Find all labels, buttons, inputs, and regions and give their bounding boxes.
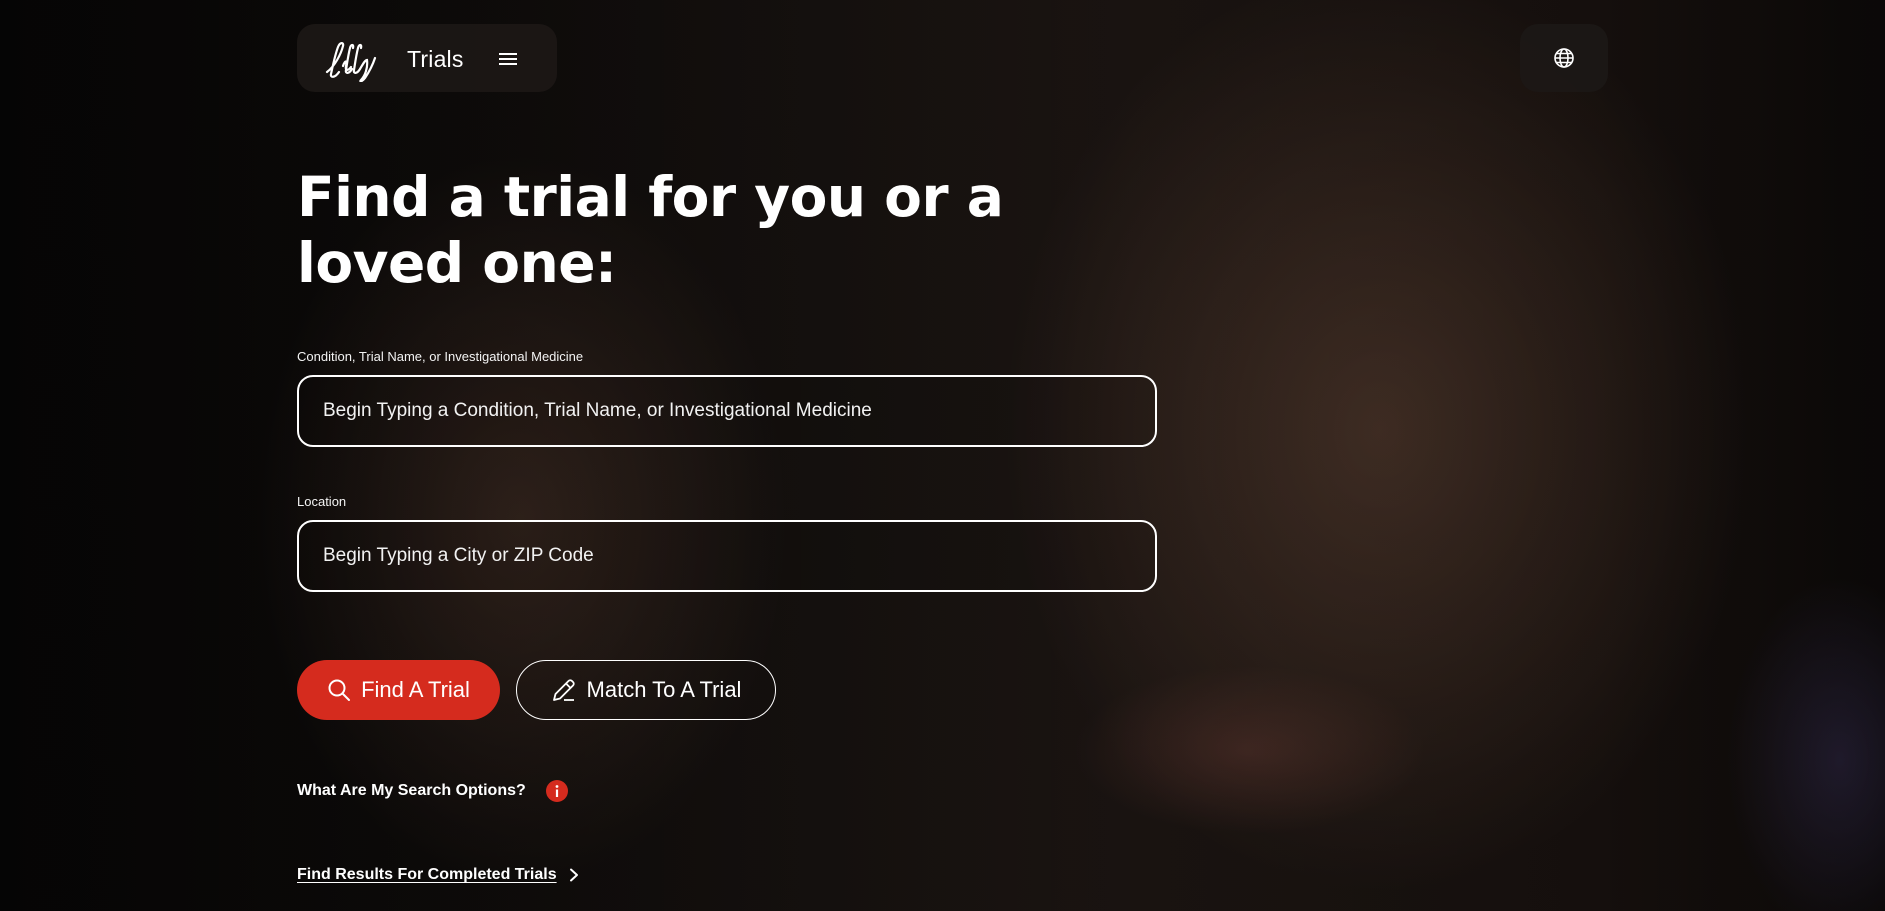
info-glyph (555, 785, 559, 797)
search-icon (328, 679, 351, 701)
hero-background: Trials Find a trial for you or a loved o… (0, 0, 1885, 911)
search-options-help: What Are My Search Options? (297, 780, 568, 802)
language-button[interactable] (1520, 24, 1608, 92)
condition-field (297, 375, 1157, 447)
condition-label: Condition, Trial Name, or Investigationa… (297, 349, 584, 364)
pencil-icon (552, 679, 575, 701)
completed-trials-link-text[interactable]: Find Results For Completed Trials (297, 866, 557, 884)
find-a-trial-button[interactable]: Find A Trial (297, 660, 500, 720)
page-title: Find a trial for you or a loved one: (297, 165, 1004, 295)
find-a-trial-label: Find A Trial (361, 677, 470, 702)
menu-button[interactable] (493, 44, 523, 74)
lilly-logo[interactable] (321, 38, 393, 82)
hamburger-menu-icon (499, 53, 517, 65)
search-options-text: What Are My Search Options? (297, 782, 526, 799)
condition-input[interactable] (299, 377, 1155, 445)
top-nav: Trials (297, 24, 557, 92)
globe-icon (1554, 48, 1574, 68)
match-to-a-trial-button[interactable]: Match To A Trial (516, 660, 776, 720)
info-icon[interactable] (545, 780, 568, 802)
location-input[interactable] (299, 522, 1155, 590)
site-title: Trials (407, 46, 464, 72)
location-label: Location (297, 494, 347, 509)
location-field (297, 520, 1157, 592)
completed-trials-link[interactable]: Find Results For Completed Trials (297, 866, 579, 884)
match-to-a-trial-label: Match To A Trial (586, 677, 742, 702)
chevron-right-icon (569, 868, 578, 882)
